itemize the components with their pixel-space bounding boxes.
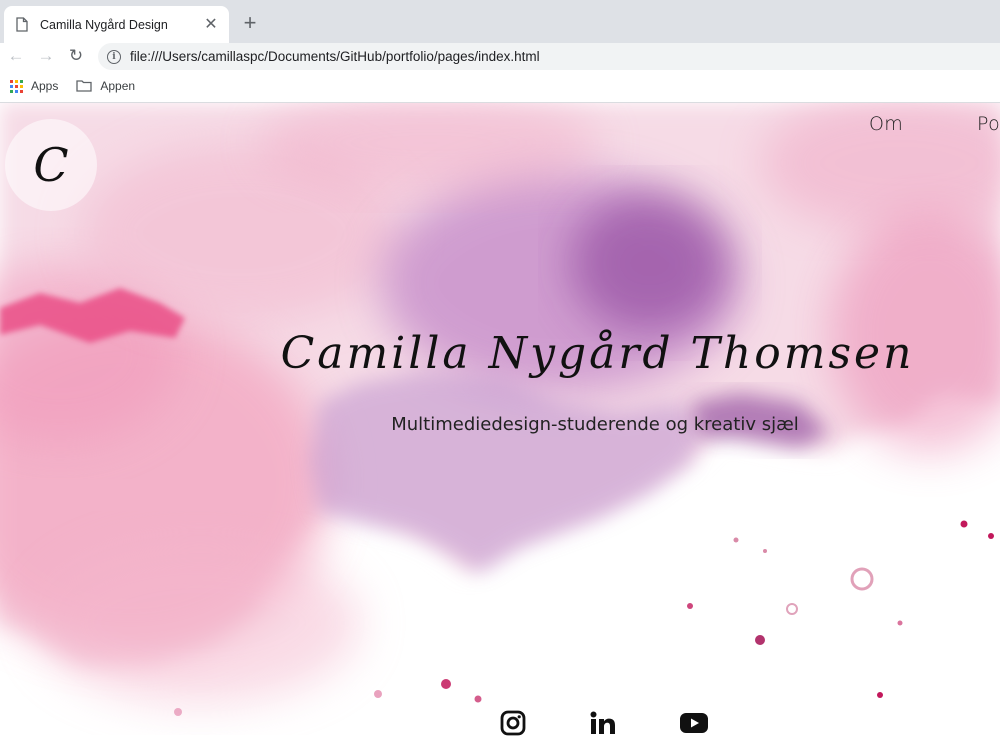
- bookmark-label: Appen: [100, 79, 136, 93]
- browser-toolbar: ← → ↻ i file:///Users/camillaspc/Documen…: [0, 43, 1000, 70]
- youtube-icon[interactable]: [680, 709, 708, 737]
- back-button[interactable]: ←: [5, 45, 27, 67]
- nav-link-om[interactable]: Om: [869, 113, 903, 135]
- page-icon: [16, 16, 30, 33]
- info-icon[interactable]: i: [107, 49, 121, 64]
- reload-button[interactable]: ↻: [65, 45, 87, 67]
- folder-icon: [76, 80, 93, 92]
- tab-title: Camilla Nygård Design: [40, 17, 168, 32]
- apps-grid-icon: [10, 79, 23, 93]
- linkedin-icon[interactable]: [589, 709, 617, 737]
- new-tab-button[interactable]: +: [238, 11, 262, 35]
- site-logo[interactable]: C: [5, 119, 97, 211]
- url-text[interactable]: file:///Users/camillaspc/Documents/GitHu…: [130, 49, 540, 64]
- hero-title: Camilla Nygård Thomsen: [280, 328, 915, 379]
- instagram-icon[interactable]: [499, 709, 527, 737]
- bookmark-label: Apps: [31, 79, 59, 93]
- nav-link-portfolio[interactable]: Por: [977, 113, 1000, 135]
- web-page: C Om Por Camilla Nygård Thomsen Multimed…: [0, 103, 1000, 750]
- address-bar[interactable]: i file:///Users/camillaspc/Documents/Git…: [98, 43, 1000, 70]
- browser-tab-bar: Camilla Nygård Design ✕ +: [0, 0, 1000, 43]
- bookmark-appen[interactable]: Appen: [76, 79, 135, 93]
- hero-subtitle: Multimediedesign-studerende og kreativ s…: [391, 414, 799, 435]
- logo-letter: C: [33, 138, 69, 192]
- close-tab-icon[interactable]: ✕: [203, 16, 219, 33]
- forward-button[interactable]: →: [35, 45, 57, 67]
- browser-tab[interactable]: Camilla Nygård Design ✕: [4, 6, 229, 43]
- bookmarks-bar: Apps Appen: [0, 70, 1000, 103]
- bookmark-apps[interactable]: Apps: [10, 79, 58, 93]
